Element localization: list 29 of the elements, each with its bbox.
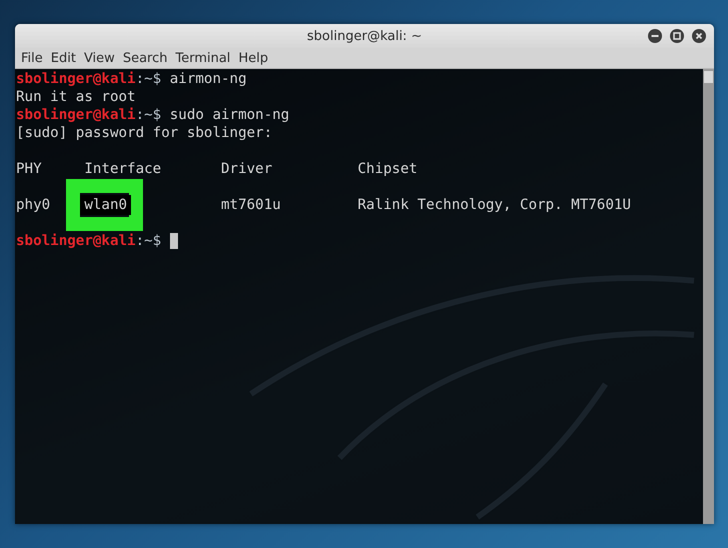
command-text: airmon-ng [170, 70, 247, 88]
menu-item[interactable]: Help [234, 50, 272, 66]
table-cell: mt7601u [220, 197, 281, 213]
column-header: Chipset [358, 161, 418, 177]
command-text: sudo airmon-ng [170, 106, 290, 124]
output-text: Run it as root [16, 88, 136, 106]
minimize-icon[interactable] [648, 29, 662, 43]
prompt-symbol: :~$ [136, 232, 162, 250]
menu-item[interactable]: View [80, 50, 119, 66]
column-header: Driver [220, 161, 272, 177]
window-title: sbolinger@kali: ~ [307, 28, 422, 44]
maximize-icon[interactable] [670, 29, 684, 43]
menu-item[interactable]: File [17, 50, 47, 66]
table-cell: Ralink Technology, Corp. MT7601U [358, 197, 631, 213]
column-header: Interface [84, 161, 162, 177]
output-text: [sudo] password for sbolinger: [16, 124, 272, 142]
prompt-user: sbolinger@kali [16, 232, 136, 250]
prompt-symbol: :~$ [136, 70, 162, 88]
menu-item[interactable]: Edit [46, 50, 80, 66]
scrollbar[interactable] [703, 69, 714, 524]
prompt-symbol: :~$ [136, 106, 162, 124]
menu-item[interactable]: Search [118, 50, 172, 66]
prompt-user: sbolinger@kali [16, 106, 136, 124]
prompt-user: sbolinger@kali [16, 70, 136, 88]
menu-item[interactable]: Terminal [171, 50, 234, 66]
close-icon[interactable] [692, 29, 706, 43]
table-cell: wlan0 [80, 195, 132, 215]
table-cell: phy0 [16, 197, 50, 213]
column-header: PHY [16, 161, 42, 177]
